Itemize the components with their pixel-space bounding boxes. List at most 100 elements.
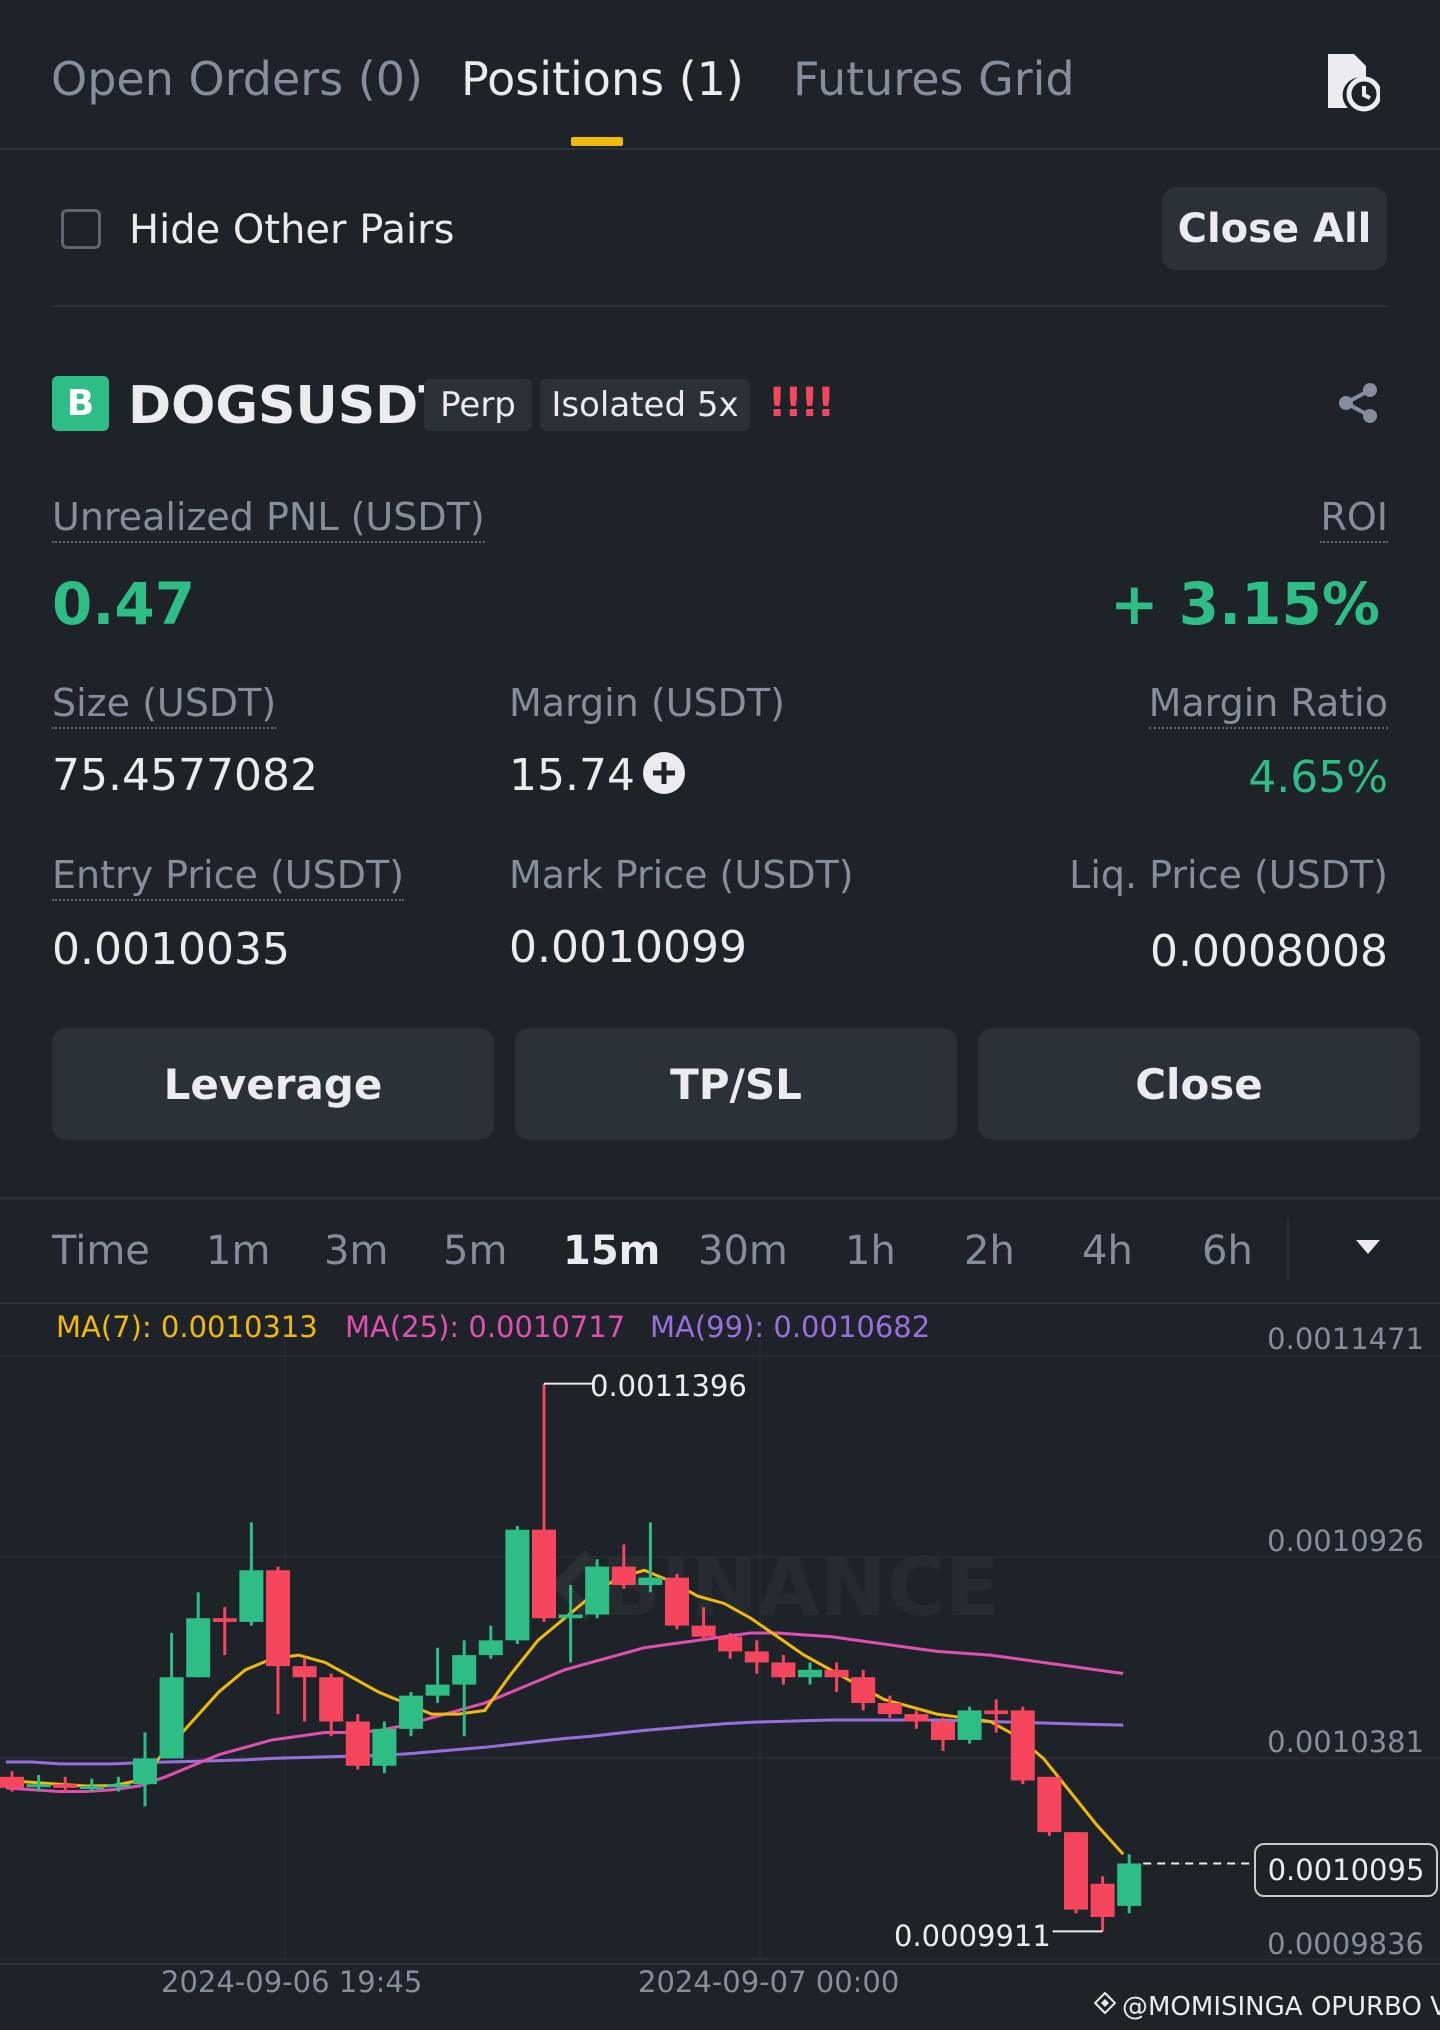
candle-body: [1117, 1863, 1142, 1906]
candle-body: [665, 1577, 689, 1626]
interval-30m[interactable]: 30m: [698, 1228, 788, 1274]
candle-body: [1037, 1776, 1062, 1833]
candle-body: [877, 1703, 902, 1715]
coin-icon: B: [52, 376, 109, 431]
tpsl-button[interactable]: TP/SL: [515, 1028, 957, 1140]
order-history-icon[interactable]: [1324, 52, 1382, 112]
candle-body: [106, 1784, 131, 1788]
candle-body: [425, 1684, 450, 1696]
ma25-legend: MA(25): 0.0010717: [345, 1310, 626, 1344]
active-tab-indicator: [571, 137, 623, 146]
candle-body: [691, 1625, 716, 1637]
candle-body: [611, 1566, 636, 1586]
margin-ratio-value: 4.65%: [1248, 752, 1388, 803]
last-price-tag: 0.0010095: [1254, 1843, 1438, 1897]
unrealized-pnl-label[interactable]: Unrealized PNL (USDT): [52, 495, 485, 543]
hide-other-pairs-checkbox[interactable]: [61, 209, 101, 249]
hide-other-pairs-label: Hide Other Pairs: [129, 207, 455, 253]
candle-body: [266, 1570, 290, 1667]
position-symbol[interactable]: DOGSUSDT: [128, 376, 454, 436]
y-tick-label: 0.0009836: [1267, 1927, 1424, 1961]
interval-1m[interactable]: 1m: [206, 1228, 270, 1274]
margin-value: 15.74: [509, 750, 635, 801]
margin-label: Margin (USDT): [509, 681, 785, 725]
candle-body: [718, 1636, 743, 1652]
svg-text:BINANCE: BINANCE: [600, 1541, 1000, 1634]
candle-body: [638, 1577, 663, 1586]
interval-1h[interactable]: 1h: [845, 1228, 896, 1274]
margin-ratio-label[interactable]: Margin Ratio: [1148, 681, 1388, 729]
filter-divider: [52, 305, 1388, 307]
close-all-button[interactable]: Close All: [1162, 187, 1387, 270]
perp-tag: Perp: [424, 379, 532, 431]
credit-text: @MOMISINGA OPURBO VAI: [1122, 1992, 1440, 2022]
interval-divider: [0, 1302, 1440, 1304]
candle-body: [532, 1529, 556, 1619]
candle-body: [1064, 1832, 1088, 1910]
x-tick-label: 2024-09-07 00:00: [638, 1965, 900, 1999]
candle-body: [345, 1721, 370, 1766]
candle-body: [771, 1662, 796, 1678]
diamond-icon: [1093, 1991, 1117, 2015]
candle-body: [452, 1655, 477, 1685]
mark-price-label: Mark Price (USDT): [509, 853, 854, 897]
interval-2h[interactable]: 2h: [964, 1228, 1015, 1274]
interval-4h[interactable]: 4h: [1082, 1228, 1133, 1274]
ma99-legend: MA(99): 0.0010682: [650, 1310, 931, 1344]
interval-5m[interactable]: 5m: [443, 1228, 507, 1274]
candle-body: [931, 1721, 955, 1740]
tab-futures-grid[interactable]: Futures Grid: [793, 52, 1075, 106]
chart-section-divider: [0, 1197, 1440, 1200]
size-label[interactable]: Size (USDT): [52, 681, 277, 729]
candle-body: [239, 1570, 264, 1622]
candle-body: [292, 1666, 317, 1678]
binance-watermark: BINANCE: [550, 1541, 1000, 1634]
y-tick-label: 0.0010926: [1267, 1524, 1424, 1558]
roi-label[interactable]: ROI: [1320, 495, 1388, 543]
candle-body: [1010, 1710, 1035, 1781]
candle-body: [159, 1677, 184, 1759]
candle-body: [585, 1566, 610, 1615]
tab-positions[interactable]: Positions (1): [461, 52, 744, 106]
x-tick-label: 2024-09-06 19:45: [161, 1965, 423, 1999]
add-margin-icon[interactable]: [643, 752, 685, 794]
y-tick-label: 0.0010381: [1267, 1725, 1424, 1759]
high-price-label: 0.0011396: [590, 1369, 747, 1403]
candle-body: [79, 1786, 104, 1790]
liq-price-label: Liq. Price (USDT): [1069, 853, 1388, 897]
more-intervals-icon[interactable]: [1356, 1240, 1380, 1254]
interval-3m[interactable]: 3m: [324, 1228, 388, 1274]
margin-mode-tag[interactable]: Isolated 5x: [540, 379, 750, 431]
candle-body: [558, 1614, 583, 1619]
roi-value: + 3.15%: [1109, 570, 1380, 638]
candle-body: [798, 1669, 822, 1678]
candle-body: [824, 1669, 849, 1678]
candle-body: [133, 1758, 157, 1785]
close-position-button[interactable]: Close: [978, 1028, 1420, 1140]
mark-price-value: 0.0010099: [509, 922, 747, 973]
tab-open-orders[interactable]: Open Orders (0): [51, 52, 423, 106]
low-price-label: 0.0009911: [894, 1919, 1051, 1953]
liq-price-value: 0.0008008: [1150, 926, 1388, 977]
price-chart[interactable]: BINANCE: [0, 1340, 1440, 2000]
entry-price-label[interactable]: Entry Price (USDT): [52, 853, 405, 901]
ma7-legend: MA(7): 0.0010313: [56, 1310, 318, 1344]
candle-body: [478, 1640, 503, 1656]
candle-body: [851, 1677, 876, 1704]
interval-6h[interactable]: 6h: [1202, 1228, 1253, 1274]
interval-time[interactable]: Time: [52, 1228, 150, 1274]
candle-body: [399, 1695, 423, 1729]
candle-body: [372, 1728, 397, 1766]
interval-15m[interactable]: 15m: [563, 1228, 660, 1274]
entry-price-value: 0.0010035: [52, 924, 290, 975]
candle-body: [26, 1784, 51, 1788]
candle-body: [53, 1784, 78, 1788]
candle-body: [505, 1529, 530, 1641]
tabs-divider: [0, 148, 1440, 150]
candle-body: [186, 1618, 211, 1678]
share-icon[interactable]: [1336, 381, 1380, 425]
candle-body: [0, 1776, 24, 1788]
candle-body: [1090, 1883, 1115, 1917]
leverage-button[interactable]: Leverage: [52, 1028, 494, 1140]
candle-body: [984, 1710, 1009, 1715]
